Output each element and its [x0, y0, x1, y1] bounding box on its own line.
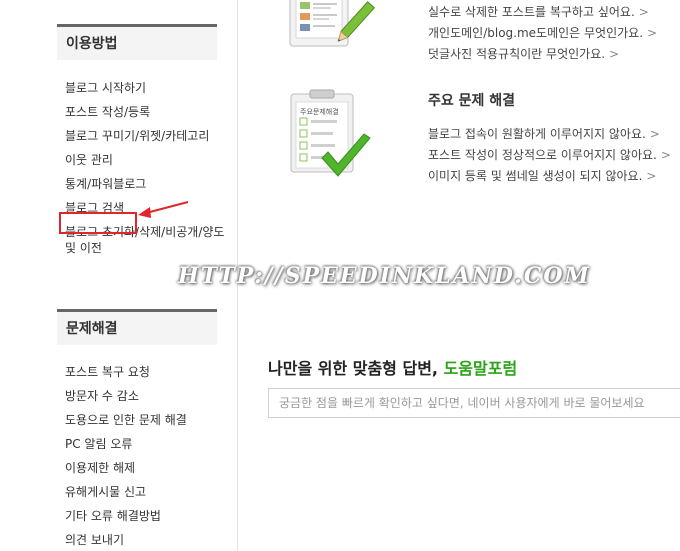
faq-main-list: 블로그 접속이 원활하게 이루어지지 않아요. > 포스트 작성이 정상적으로 이… [428, 126, 671, 189]
chevron-right-icon: > [660, 148, 671, 162]
menu-item-pc-alert[interactable]: PC 알림 오류 [65, 436, 225, 452]
menu-item-feedback[interactable]: 의견 보내기 [65, 532, 225, 548]
faq-link-text: 실수로 삭제한 포스트를 복구하고 싶어요. [428, 5, 635, 19]
chevron-right-icon: > [638, 5, 649, 19]
clipboard-check-icon [290, 89, 371, 177]
menu-item-harmful-report[interactable]: 유해게시물 신고 [65, 484, 225, 500]
main-issues-title: 주요 문제 해결 [428, 93, 516, 109]
forum-title-prefix: 나만을 위한 맞춤형 답변, [268, 359, 444, 378]
clipboard-illustration: 주요문제해결 [288, 88, 388, 188]
forum-question-input[interactable] [269, 389, 680, 417]
menu-item-post-write[interactable]: 포스트 작성/등록 [65, 104, 225, 120]
chevron-right-icon: > [609, 47, 620, 61]
faq-link-text: 포스트 작성이 정상적으로 이루어지지 않아요. [428, 148, 657, 162]
section-header-usage: 이용방법 [57, 24, 217, 60]
menu-item-restriction[interactable]: 이용제한 해제 [65, 460, 225, 476]
usage-menu: 블로그 시작하기 포스트 작성/등록 블로그 꾸미기/위젯/카테고리 이웃 관리… [65, 80, 225, 264]
menu-item-theft[interactable]: 도용으로 인한 문제 해결 [65, 412, 225, 428]
faq-link-text: 이미지 등록 및 썸네일 생성이 되지 않아요. [428, 169, 643, 183]
menu-item-other-errors[interactable]: 기타 오류 해결방법 [65, 508, 225, 524]
forum-search-box[interactable] [268, 388, 680, 418]
red-arrow-icon [138, 201, 189, 218]
menu-item-decorate[interactable]: 블로그 꾸미기/위젯/카테고리 [65, 128, 221, 144]
menu-item-neighbors[interactable]: 이웃 관리 [65, 152, 225, 168]
section-header-troubleshoot: 문제해결 [57, 309, 217, 345]
faq-link-comment-photo[interactable]: 덧글사진 적용규칙이란 무엇인가요. > [428, 46, 657, 62]
faq-link-text: 개인도메인/blog.me도메인은 무엇인가요. [428, 26, 644, 40]
section-title-troubleshoot: 문제해결 [66, 321, 118, 337]
faq-link-text: 덧글사진 적용규칙이란 무엇인가요. [428, 47, 606, 61]
menu-item-stats[interactable]: 통계/파워블로그 [65, 176, 225, 192]
forum-title: 나만을 위한 맞춤형 답변, 도움말포럼 [268, 355, 517, 379]
faq-top-list: 실수로 삭제한 포스트를 복구하고 싶어요. > 개인도메인/blog.me도메인… [428, 4, 657, 67]
chevron-right-icon: > [646, 169, 657, 183]
chevron-right-icon: > [647, 26, 658, 40]
watermark: HTTP://SPEEDINKLAND.COM [178, 263, 591, 289]
clipboard-label: 주요문제해결 [300, 108, 339, 116]
faq-link-image[interactable]: 이미지 등록 및 썸네일 생성이 되지 않아요. > [428, 168, 671, 184]
faq-link-access[interactable]: 블로그 접속이 원활하게 이루어지지 않아요. > [428, 126, 671, 142]
post-recovery-illustration-icon [289, 0, 376, 47]
highlight-box [59, 212, 137, 234]
menu-item-post-recovery[interactable]: 포스트 복구 요청 [65, 364, 225, 380]
faq-link-delete-recovery[interactable]: 실수로 삭제한 포스트를 복구하고 싶어요. > [428, 4, 657, 20]
menu-item-visitor-drop[interactable]: 방문자 수 감소 [65, 388, 225, 404]
faq-link-domain[interactable]: 개인도메인/blog.me도메인은 무엇인가요. > [428, 25, 657, 41]
section-title-usage: 이용방법 [66, 36, 118, 52]
troubleshoot-menu: 포스트 복구 요청 방문자 수 감소 도용으로 인한 문제 해결 PC 알림 오… [65, 364, 225, 551]
menu-item-start-blog[interactable]: 블로그 시작하기 [65, 80, 225, 96]
forum-title-highlight[interactable]: 도움말포럼 [444, 359, 518, 378]
faq-link-text: 블로그 접속이 원활하게 이루어지지 않아요. [428, 127, 646, 141]
faq-link-post-write[interactable]: 포스트 작성이 정상적으로 이루어지지 않아요. > [428, 147, 671, 163]
chevron-right-icon: > [649, 127, 660, 141]
